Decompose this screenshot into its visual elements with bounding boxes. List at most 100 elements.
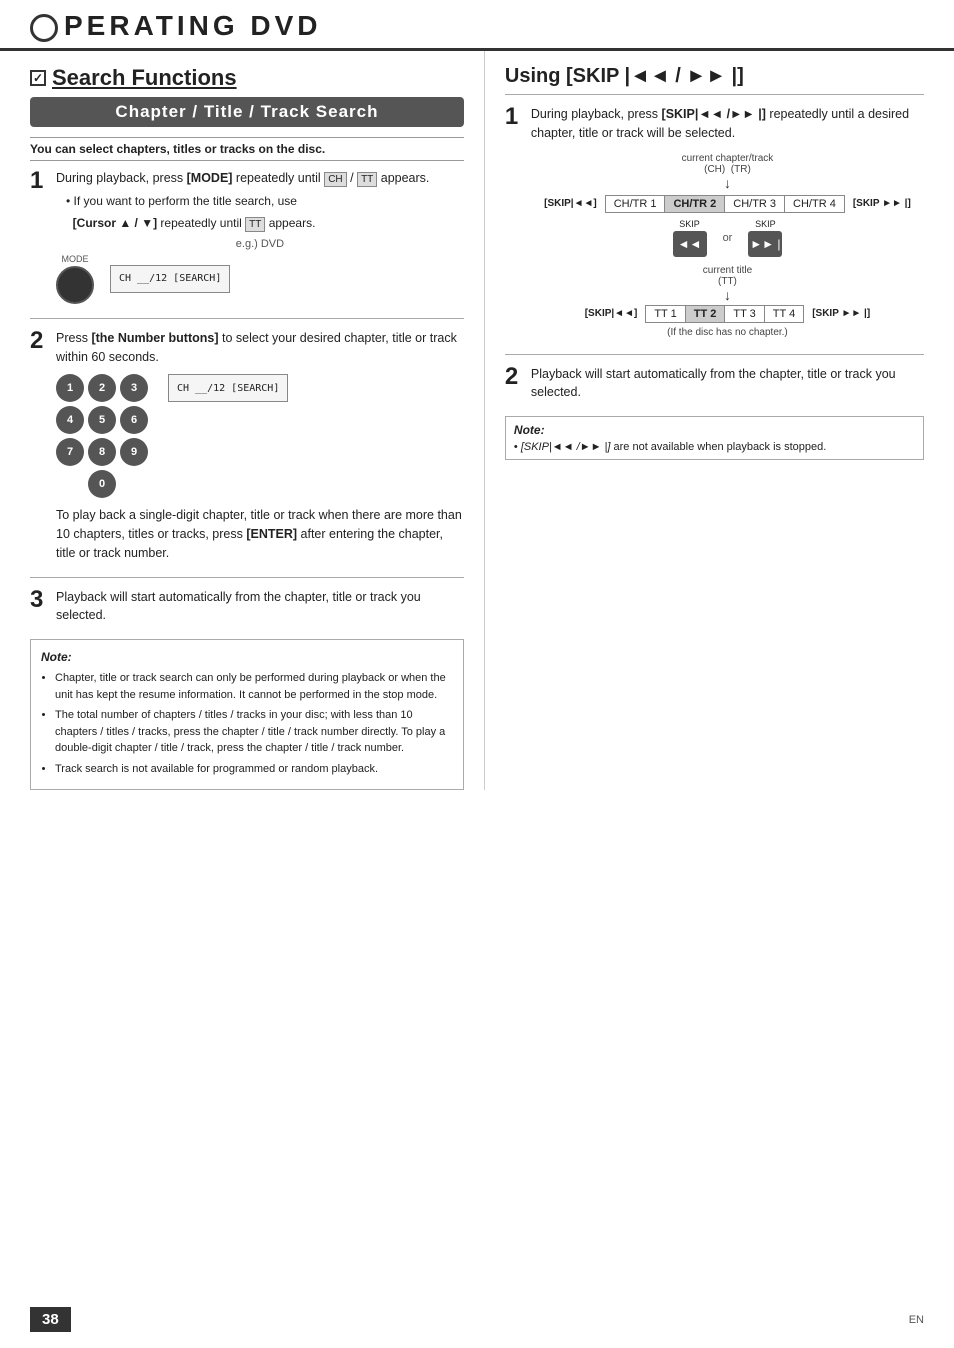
- right-step-2-content: Playback will start automatically from t…: [531, 365, 924, 403]
- left-column: Search Functions Chapter / Title / Track…: [30, 51, 485, 790]
- no-chapter-note: (If the disc has no chapter.): [531, 327, 924, 338]
- page-footer: 38 EN: [0, 1307, 954, 1332]
- note-item-1: Chapter, title or track search can only …: [55, 670, 453, 703]
- dvd-illustration: MODE CH __/12 [SEARCH]: [56, 254, 464, 304]
- number-buttons-area: 1 2 3 4 5 6 7 8 9 0 CH __/12 [SEARCH]: [56, 374, 464, 498]
- step-1-main: During playback, press [MODE] repeatedly…: [56, 169, 464, 188]
- step-3-main: Playback will start automatically from t…: [56, 588, 464, 626]
- ch-tr-row: [SKIP|◄◄] CH/TR 1 CH/TR 2 CH/TR 3 CH/TR …: [531, 195, 924, 213]
- section-checkbox-icon: [30, 70, 46, 86]
- note-box-right: Note: • [SKIP|◄◄ /►► |] are not availabl…: [505, 416, 924, 460]
- step-1: 1 During playback, press [MODE] repeated…: [30, 169, 464, 304]
- note-title-right: Note:: [514, 423, 915, 437]
- num-btn-0: 0: [88, 470, 116, 498]
- section-title-text: Search Functions: [52, 65, 237, 91]
- tt-box-2: TT 2: [685, 305, 725, 323]
- note-text-right: • [SKIP|◄◄ /►► |] are not available when…: [514, 441, 915, 453]
- num-grid: 1 2 3 4 5 6 7 8 9 0: [56, 374, 148, 498]
- search-display-2: CH __/12 [SEARCH]: [168, 374, 288, 402]
- step-3: 3 Playback will start automatically from…: [30, 588, 464, 626]
- note-box-left: Note: Chapter, title or track search can…: [30, 639, 464, 790]
- step-2: 2 Press [the Number buttons] to select y…: [30, 329, 464, 563]
- tt-row: [SKIP|◄◄] TT 1 TT 2 TT 3 TT 4 [SKIP ►► |…: [531, 305, 924, 323]
- skip-fwd-btn: ►► |: [748, 231, 782, 257]
- right-step-2-number: 2: [505, 365, 518, 389]
- skip-right-group: SKIP ►► |: [748, 219, 782, 257]
- num-btn-8: 8: [88, 438, 116, 466]
- skip-back-label: [SKIP|◄◄]: [544, 198, 597, 209]
- using-title: Using [SKIP |◄◄ / ►► |]: [505, 65, 924, 95]
- step-2-extra: To play back a single-digit chapter, tit…: [56, 506, 464, 562]
- or-text: or: [723, 232, 733, 244]
- current-title-label: current title: [703, 265, 752, 276]
- header-circle-icon: [30, 14, 58, 42]
- num-grid-wrapper: 1 2 3 4 5 6 7 8 9 0: [56, 374, 148, 498]
- page-number: 38: [30, 1307, 71, 1332]
- num-btn-6: 6: [120, 406, 148, 434]
- tt-label: (TT): [718, 276, 737, 287]
- current-chapter-track-area: current chapter/track (CH) (TR) ↓: [531, 153, 924, 193]
- num-btn-2: 2: [88, 374, 116, 402]
- note-item-2: The total number of chapters / titles / …: [55, 707, 453, 757]
- step-1-number: 1: [30, 169, 43, 193]
- arrow-down-ch: ↓: [724, 175, 731, 191]
- right-step-2-main: Playback will start automatically from t…: [531, 365, 924, 403]
- skip-fwd-label: [SKIP ►► |]: [853, 198, 911, 209]
- num-btn-7: 7: [56, 438, 84, 466]
- num-btn-4: 4: [56, 406, 84, 434]
- right-step-1-number: 1: [505, 105, 518, 129]
- right-column: Using [SKIP |◄◄ / ►► |] 1 During playbac…: [485, 51, 924, 790]
- tt-box-4: TT 4: [764, 305, 804, 323]
- right-step-1: 1 During playback, press [SKIP|◄◄ /►► |]…: [505, 105, 924, 338]
- num-btn-1: 1: [56, 374, 84, 402]
- skip-back-label2: [SKIP|◄◄]: [585, 308, 638, 319]
- step-2-number: 2: [30, 329, 43, 353]
- step-1-sub1: • If you want to perform the title searc…: [66, 192, 464, 210]
- right-step-2: 2 Playback will start automatically from…: [505, 365, 924, 403]
- search-display-1: CH __/12 [SEARCH]: [110, 265, 230, 293]
- step-2-content: Press [the Number buttons] to select you…: [56, 329, 464, 563]
- skip-label-right: SKIP: [755, 219, 776, 229]
- note-list-left: Chapter, title or track search can only …: [55, 670, 453, 777]
- ch-tr-box-1: CH/TR 1: [605, 195, 665, 213]
- step-1-content: During playback, press [MODE] repeatedly…: [56, 169, 464, 304]
- mode-button-icon: [56, 266, 94, 304]
- ch-tr-box-4: CH/TR 4: [784, 195, 845, 213]
- page-lang: EN: [909, 1314, 924, 1326]
- step-3-content: Playback will start automatically from t…: [56, 588, 464, 626]
- skip-left-group: SKIP ◄◄: [673, 219, 707, 257]
- page-header: PERATING DVD: [0, 0, 954, 51]
- step-1-sub2: [Cursor ▲ / ▼] repeatedly until TT appea…: [66, 214, 464, 232]
- eg-dvd-label: e.g.) DVD: [56, 238, 464, 250]
- skip-label-left: SKIP: [679, 219, 700, 229]
- ch-tr-box-3: CH/TR 3: [724, 195, 784, 213]
- note-item-3: Track search is not available for progra…: [55, 761, 453, 778]
- step-3-number: 3: [30, 588, 43, 612]
- ch-tr-label: (CH) (TR): [704, 164, 751, 175]
- skip-diagram: current chapter/track (CH) (TR) ↓ [SKIP|…: [531, 153, 924, 338]
- num-btn-5: 5: [88, 406, 116, 434]
- intro-text: You can select chapters, titles or track…: [30, 137, 464, 161]
- search-banner: Chapter / Title / Track Search: [30, 97, 464, 127]
- skip-back-btn: ◄◄: [673, 231, 707, 257]
- right-step-1-main: During playback, press [SKIP|◄◄ /►► |] r…: [531, 105, 924, 143]
- num-btn-3: 3: [120, 374, 148, 402]
- current-chapter-track-label: current chapter/track: [682, 153, 774, 164]
- note-title-left: Note:: [41, 648, 453, 666]
- mode-button-box: MODE: [56, 254, 94, 304]
- skip-physical-row: SKIP ◄◄ or SKIP ►► |: [531, 219, 924, 257]
- right-step-1-content: During playback, press [SKIP|◄◄ /►► |] r…: [531, 105, 924, 338]
- tt-box-1: TT 1: [645, 305, 684, 323]
- tt-box-3: TT 3: [724, 305, 763, 323]
- arrow-down-tt: ↓: [724, 287, 731, 303]
- num-btn-9: 9: [120, 438, 148, 466]
- current-title-area: current title (TT) ↓: [531, 265, 924, 303]
- skip-fwd-label2: [SKIP ►► |]: [812, 308, 870, 319]
- page-title: PERATING DVD: [64, 10, 322, 42]
- section-title-row: Search Functions: [30, 65, 464, 91]
- step-2-main: Press [the Number buttons] to select you…: [56, 329, 464, 367]
- ch-tr-boxes-top: CH/TR 1 CH/TR 2 CH/TR 3 CH/TR 4: [605, 195, 845, 213]
- main-content: Search Functions Chapter / Title / Track…: [0, 51, 954, 790]
- mode-label: MODE: [62, 254, 89, 264]
- tt-boxes: TT 1 TT 2 TT 3 TT 4: [645, 305, 804, 323]
